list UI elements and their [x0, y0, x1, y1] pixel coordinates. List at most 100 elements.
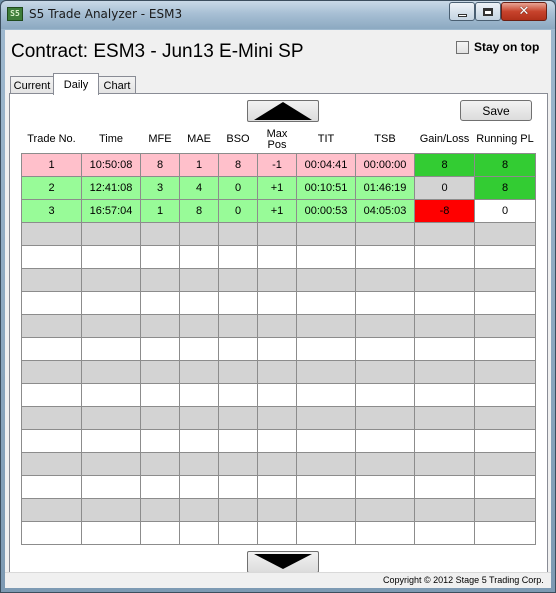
- table-cell[interactable]: 8: [140, 152, 180, 177]
- table-cell[interactable]: [257, 474, 297, 499]
- table-cell[interactable]: 8: [218, 152, 258, 177]
- table-cell[interactable]: [140, 520, 180, 545]
- table-cell[interactable]: [179, 520, 219, 545]
- title-bar[interactable]: S5 S5 Trade Analyzer - ESM3 ✕: [1, 1, 555, 29]
- table-cell[interactable]: 04:05:03: [355, 198, 415, 223]
- table-cell[interactable]: [355, 221, 415, 246]
- table-cell[interactable]: [218, 221, 258, 246]
- table-cell[interactable]: [355, 244, 415, 269]
- table-cell[interactable]: 8: [414, 152, 475, 177]
- empty-table-row[interactable]: [21, 313, 536, 338]
- empty-table-row[interactable]: [21, 382, 536, 407]
- table-cell[interactable]: [296, 336, 356, 361]
- col-header-running-pl[interactable]: Running PL: [475, 127, 536, 153]
- table-cell[interactable]: [296, 267, 356, 292]
- table-cell[interactable]: [218, 451, 258, 476]
- scroll-up-button[interactable]: [247, 100, 319, 122]
- table-cell[interactable]: [81, 428, 141, 453]
- table-cell[interactable]: [21, 451, 82, 476]
- empty-table-row[interactable]: [21, 221, 536, 246]
- table-cell[interactable]: [474, 382, 536, 407]
- table-cell[interactable]: [257, 359, 297, 384]
- table-cell[interactable]: [218, 382, 258, 407]
- table-cell[interactable]: [474, 221, 536, 246]
- table-cell[interactable]: [218, 497, 258, 522]
- table-cell[interactable]: [257, 382, 297, 407]
- table-cell[interactable]: [179, 359, 219, 384]
- table-cell[interactable]: [21, 428, 82, 453]
- table-cell[interactable]: [296, 221, 356, 246]
- table-cell[interactable]: [474, 290, 536, 315]
- table-cell[interactable]: 8: [474, 175, 536, 200]
- table-cell[interactable]: [81, 405, 141, 430]
- table-row[interactable]: 2 12:41:08 3 4 0 +1 00:10:51 01:46:19 0 8: [21, 175, 536, 200]
- table-cell[interactable]: [140, 451, 180, 476]
- table-cell[interactable]: [81, 313, 141, 338]
- col-header-tsb[interactable]: TSB: [356, 127, 415, 153]
- table-cell[interactable]: [140, 405, 180, 430]
- table-cell[interactable]: [257, 336, 297, 361]
- table-row[interactable]: 1 10:50:08 8 1 8 -1 00:04:41 00:00:00 8 8: [21, 152, 536, 177]
- close-button[interactable]: ✕: [501, 2, 547, 21]
- table-cell[interactable]: [296, 290, 356, 315]
- table-cell[interactable]: [257, 428, 297, 453]
- empty-table-row[interactable]: [21, 244, 536, 269]
- table-cell[interactable]: 00:00:00: [355, 152, 415, 177]
- table-cell[interactable]: [355, 520, 415, 545]
- table-cell[interactable]: [179, 474, 219, 499]
- table-cell[interactable]: 1: [179, 152, 219, 177]
- table-cell[interactable]: [179, 405, 219, 430]
- table-cell[interactable]: [414, 359, 475, 384]
- table-cell[interactable]: [140, 336, 180, 361]
- col-header-bso[interactable]: BSO: [219, 127, 258, 153]
- tab-daily[interactable]: Daily: [53, 73, 99, 95]
- empty-table-row[interactable]: [21, 520, 536, 545]
- minimize-button[interactable]: [449, 2, 475, 21]
- table-cell[interactable]: [474, 313, 536, 338]
- table-cell[interactable]: [474, 474, 536, 499]
- table-cell[interactable]: -1: [257, 152, 297, 177]
- stay-on-top-label[interactable]: Stay on top: [474, 40, 539, 54]
- table-cell[interactable]: [355, 428, 415, 453]
- table-cell[interactable]: 10:50:08: [81, 152, 141, 177]
- table-cell[interactable]: [140, 267, 180, 292]
- table-cell[interactable]: [355, 359, 415, 384]
- table-cell[interactable]: [355, 497, 415, 522]
- table-cell[interactable]: 0: [218, 198, 258, 223]
- table-cell[interactable]: [218, 520, 258, 545]
- table-cell[interactable]: +1: [257, 198, 297, 223]
- table-cell[interactable]: [21, 497, 82, 522]
- table-cell[interactable]: [140, 313, 180, 338]
- table-cell[interactable]: [21, 359, 82, 384]
- table-cell[interactable]: [474, 428, 536, 453]
- table-cell[interactable]: 12:41:08: [81, 175, 141, 200]
- table-cell[interactable]: [355, 474, 415, 499]
- table-cell[interactable]: [81, 290, 141, 315]
- table-cell[interactable]: [257, 520, 297, 545]
- table-cell[interactable]: [140, 290, 180, 315]
- table-cell[interactable]: [218, 336, 258, 361]
- table-cell[interactable]: [414, 474, 475, 499]
- table-cell[interactable]: [179, 267, 219, 292]
- table-cell[interactable]: [257, 405, 297, 430]
- table-cell[interactable]: +1: [257, 175, 297, 200]
- table-cell[interactable]: [179, 290, 219, 315]
- table-cell[interactable]: [81, 244, 141, 269]
- table-cell[interactable]: [140, 382, 180, 407]
- table-cell[interactable]: [21, 382, 82, 407]
- table-cell[interactable]: [414, 336, 475, 361]
- table-cell[interactable]: [296, 497, 356, 522]
- table-cell[interactable]: [296, 405, 356, 430]
- col-header-mfe[interactable]: MFE: [141, 127, 180, 153]
- col-header-time[interactable]: Time: [82, 127, 141, 153]
- col-header-trade-no[interactable]: Trade No.: [22, 127, 82, 153]
- table-cell[interactable]: [81, 497, 141, 522]
- table-cell[interactable]: [414, 382, 475, 407]
- table-cell[interactable]: [81, 474, 141, 499]
- table-cell[interactable]: [81, 451, 141, 476]
- table-cell[interactable]: [21, 520, 82, 545]
- table-cell[interactable]: [474, 497, 536, 522]
- scroll-down-button[interactable]: [247, 551, 319, 573]
- table-cell[interactable]: 3: [21, 198, 82, 223]
- table-cell[interactable]: -8: [414, 198, 475, 223]
